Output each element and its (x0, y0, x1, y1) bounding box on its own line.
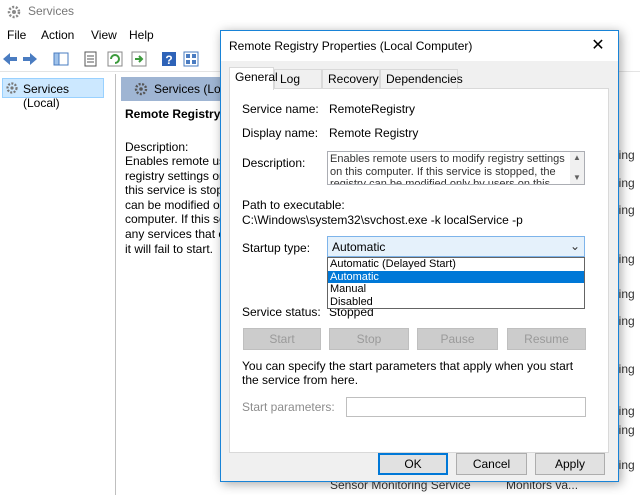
tab-general[interactable]: General (229, 67, 278, 90)
option-automatic-delayed[interactable]: Automatic (Delayed Start) (328, 258, 584, 271)
service-status-label: Service status: (242, 305, 321, 319)
services-gear-icon (134, 82, 148, 96)
cancel-button[interactable]: Cancel (456, 453, 527, 475)
ok-button[interactable]: OK (378, 453, 448, 475)
service-description: Enables remote use registry settings on … (125, 154, 225, 256)
path-label: Path to executable: (242, 198, 345, 212)
properties-dialog: Remote Registry Properties (Local Comput… (220, 30, 619, 482)
display-name-label: Display name: (242, 126, 319, 140)
apply-button[interactable]: Apply (535, 453, 605, 475)
refresh-icon[interactable] (106, 50, 124, 68)
tree-item-services-local[interactable]: Services (Local) (2, 78, 104, 110)
svg-text:?: ? (165, 53, 172, 67)
dialog-title: Remote Registry Properties (Local Comput… (229, 39, 473, 53)
start-parameters-label: Start parameters: (242, 400, 335, 414)
selected-service-name: Remote Registry (125, 107, 221, 121)
services-gear-icon (6, 82, 18, 94)
dialog-tabs: General Log On Recovery Dependencies (229, 67, 609, 100)
startup-type-select[interactable]: Automatic ⌄ (327, 236, 585, 257)
option-automatic[interactable]: Automatic (328, 270, 584, 283)
dialog-title-bar: Remote Registry Properties (Local Comput… (221, 31, 618, 61)
start-parameters-hint: You can specify the start parameters tha… (242, 359, 574, 387)
start-button[interactable]: Start (243, 328, 321, 350)
path-value: C:\Windows\system32\svchost.exe -k local… (242, 213, 523, 227)
description-label: Description: (125, 140, 189, 154)
startup-type-label: Startup type: (242, 241, 311, 255)
console-tree: Services (Local) (0, 74, 116, 495)
service-name-value: RemoteRegistry (329, 102, 416, 116)
back-arrow-icon[interactable] (1, 50, 19, 68)
scroll-down-icon[interactable]: ▼ (572, 173, 582, 183)
display-name-value: Remote Registry (329, 126, 419, 140)
description-label: Description: (242, 156, 306, 170)
option-manual[interactable]: Manual (328, 283, 584, 296)
start-parameters-input[interactable] (346, 397, 586, 417)
startup-type-dropdown: Automatic (Delayed Start) Automatic Manu… (327, 257, 585, 309)
tab-recovery[interactable]: Recovery (322, 69, 380, 89)
stop-button[interactable]: Stop (329, 328, 409, 350)
services-title: Services (28, 4, 75, 18)
menu-view[interactable]: View (91, 28, 117, 42)
console-tree-icon[interactable] (52, 50, 70, 68)
view-grid-icon[interactable] (182, 50, 200, 68)
properties-sheet-icon[interactable] (82, 50, 100, 68)
description-textbox[interactable]: Enables remote users to modify registry … (327, 151, 585, 185)
tab-dependencies[interactable]: Dependencies (380, 69, 463, 89)
menu-help[interactable]: Help (129, 28, 154, 42)
description-text: Enables remote users to modify registry … (330, 153, 565, 185)
description-scrollbar[interactable]: ▲ ▼ (570, 152, 584, 184)
chevron-down-icon: ⌄ (569, 239, 580, 253)
help-icon[interactable]: ? (160, 50, 178, 68)
resume-button[interactable]: Resume (507, 328, 586, 350)
pause-button[interactable]: Pause (417, 328, 498, 350)
close-icon[interactable]: ✕ (578, 31, 618, 61)
forward-arrow-icon[interactable] (21, 50, 39, 68)
option-disabled[interactable]: Disabled (328, 296, 584, 309)
menu-file[interactable]: File (7, 28, 26, 42)
service-name-label: Service name: (242, 102, 319, 116)
menu-action[interactable]: Action (41, 28, 74, 42)
pane-header-label: Services (Loc (154, 82, 227, 96)
scroll-up-icon[interactable]: ▲ (572, 153, 582, 163)
startup-type-value: Automatic (332, 240, 386, 254)
services-title-bar: Services (0, 0, 640, 24)
tab-log-on[interactable]: Log On (274, 69, 322, 100)
services-gear-icon (7, 5, 21, 19)
tree-item-label: Services (Local) (23, 82, 70, 110)
export-list-icon[interactable] (130, 50, 148, 68)
